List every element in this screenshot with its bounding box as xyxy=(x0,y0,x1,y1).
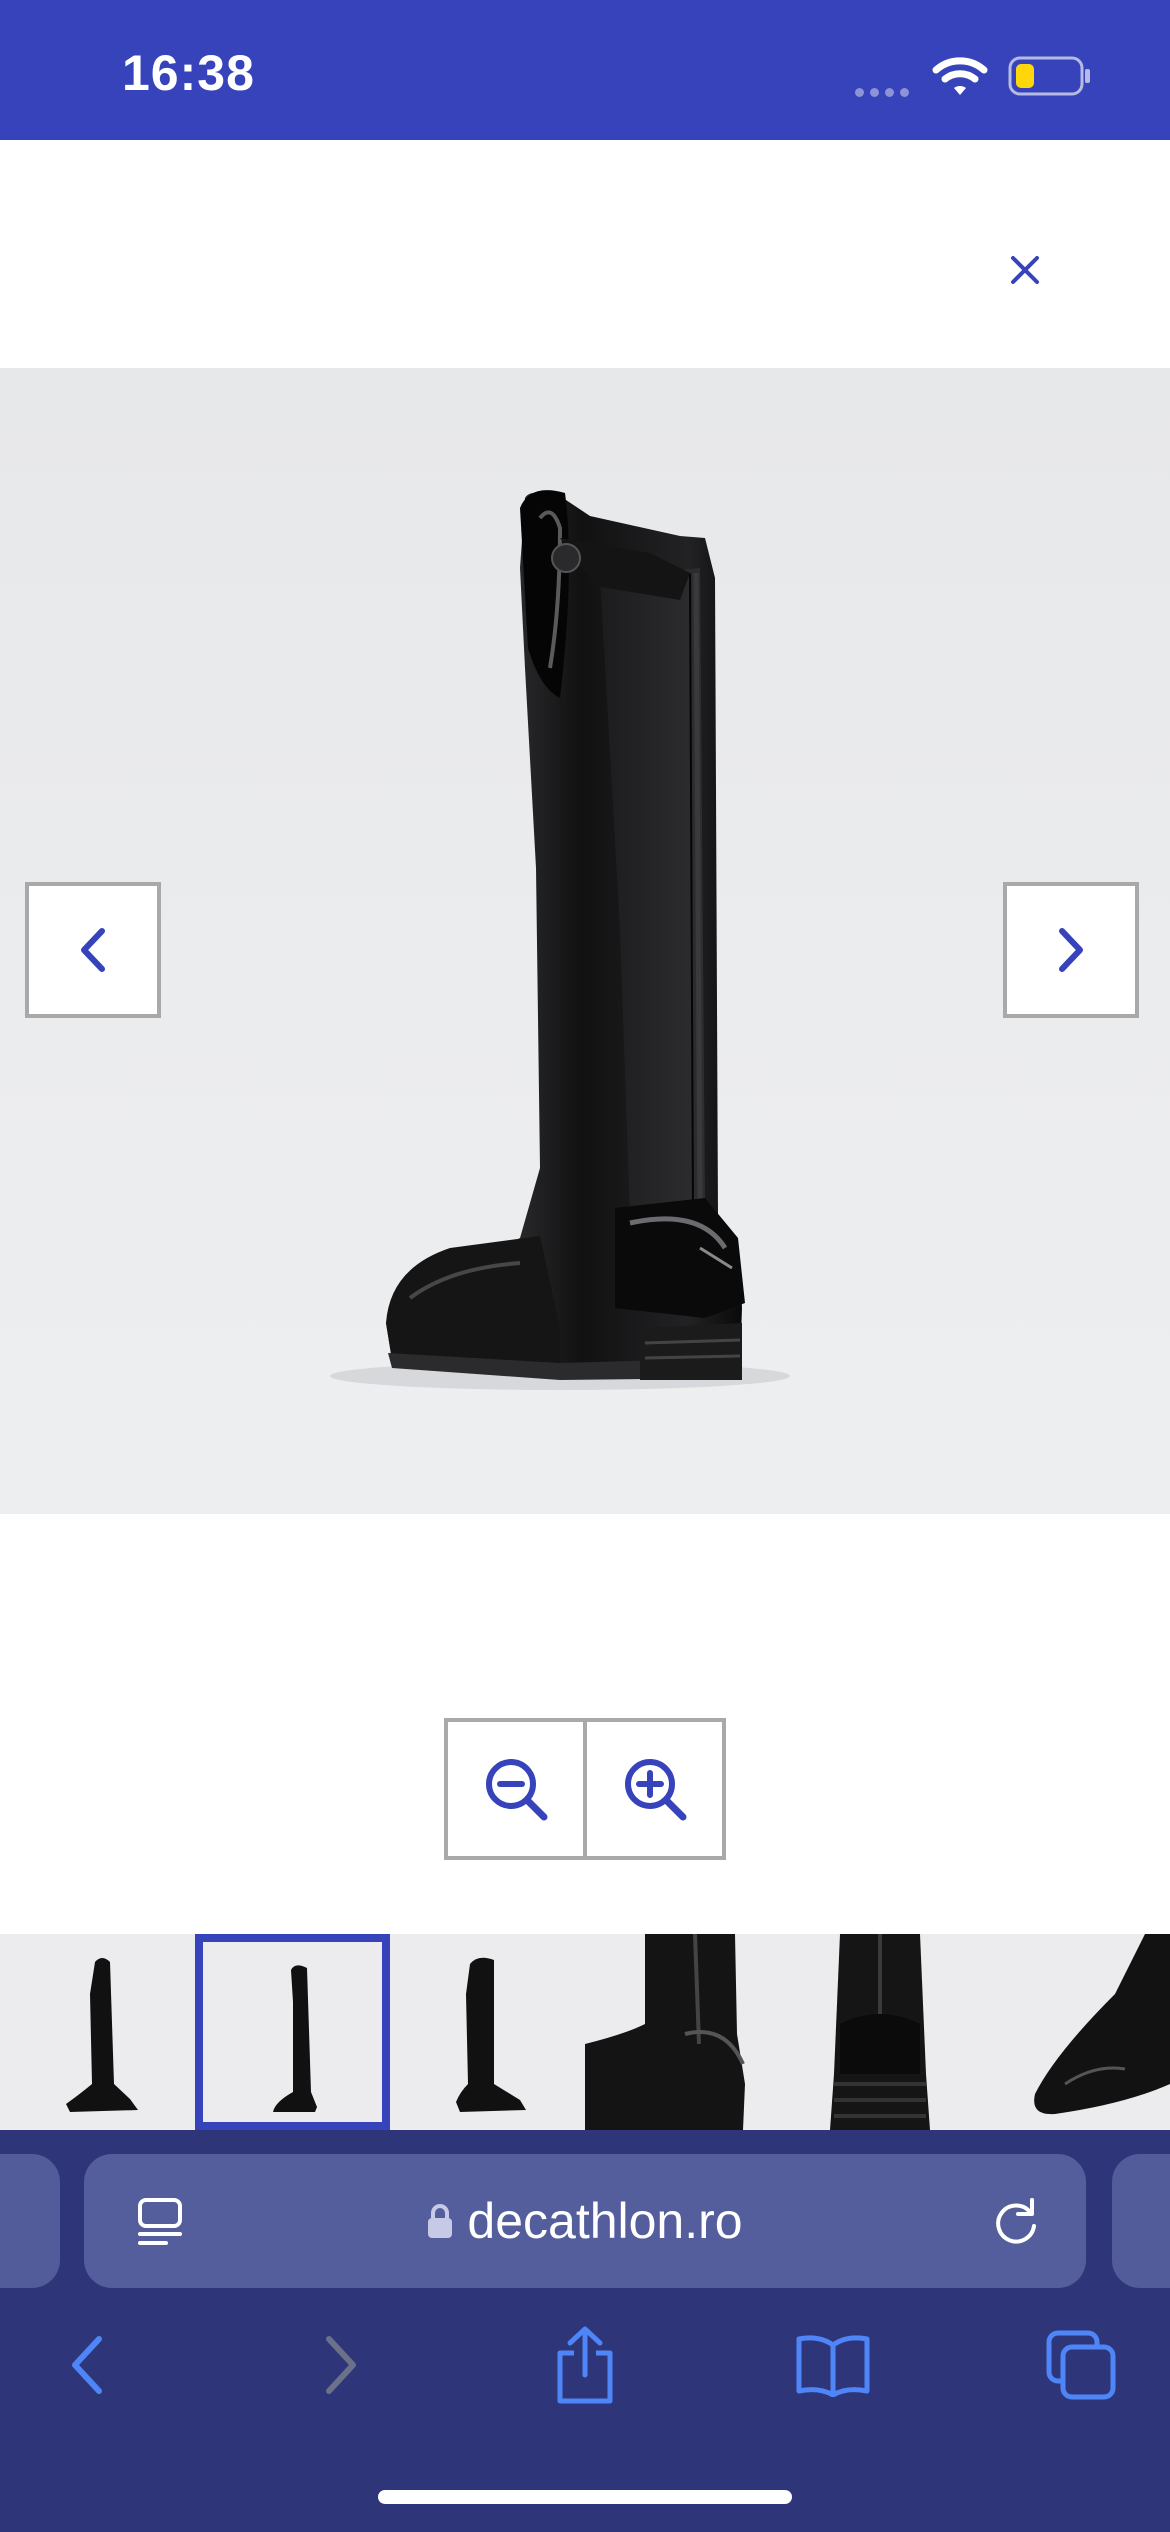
url-text: decathlon.ro xyxy=(467,2193,743,2249)
previous-image-button[interactable] xyxy=(25,882,161,1018)
thumbnail-3[interactable] xyxy=(390,1934,585,2130)
close-button[interactable] xyxy=(995,240,1055,300)
back-button[interactable] xyxy=(42,2320,132,2410)
lock-icon xyxy=(428,2204,453,2238)
thumbnail-strip xyxy=(0,1934,1170,2130)
home-indicator xyxy=(378,2490,792,2504)
thumbnail-1[interactable] xyxy=(0,1934,195,2130)
boot-thumbnail xyxy=(456,1957,526,2112)
riding-boot-image xyxy=(330,490,790,1390)
tabs-icon xyxy=(1046,2330,1116,2400)
previous-tab-peek[interactable] xyxy=(0,2154,60,2288)
next-image-button[interactable] xyxy=(1003,882,1139,1018)
zoom-controls xyxy=(444,1718,726,1860)
bookmarks-icon xyxy=(796,2335,870,2397)
tabs-button[interactable] xyxy=(1036,2320,1126,2410)
thumbnail-5[interactable] xyxy=(780,1934,975,2130)
address-bar[interactable]: decathlon.ro xyxy=(84,2154,1086,2288)
boot-back-thumbnail xyxy=(830,1934,930,2130)
forward-icon xyxy=(326,2336,356,2394)
boot-heel-thumbnail xyxy=(585,1934,745,2130)
zoom-out-icon xyxy=(485,1759,547,1821)
battery-low-icon xyxy=(1008,56,1090,96)
zoom-in-button[interactable] xyxy=(583,1722,722,1856)
forward-button[interactable] xyxy=(296,2320,386,2410)
boot-thumbnail xyxy=(66,1958,138,2112)
chevron-right-icon xyxy=(1059,928,1083,972)
wifi-icon xyxy=(932,57,988,95)
boot-toe-thumbnail xyxy=(1034,1934,1170,2115)
thumbnail-6[interactable] xyxy=(975,1934,1170,2130)
url-display[interactable]: decathlon.ro xyxy=(84,2154,1086,2288)
zoom-out-button[interactable] xyxy=(448,1722,583,1856)
chevron-left-icon xyxy=(81,928,105,972)
reload-icon[interactable] xyxy=(990,2194,1042,2248)
bookmarks-button[interactable] xyxy=(788,2320,878,2410)
close-icon xyxy=(1011,256,1039,284)
status-bar: 16:38 xyxy=(0,0,1170,140)
product-image[interactable] xyxy=(0,368,1170,1514)
boot-thumbnail xyxy=(273,1965,317,2112)
next-tab-peek[interactable] xyxy=(1112,2154,1170,2288)
back-icon xyxy=(72,2336,102,2394)
zoom-in-icon xyxy=(624,1759,686,1821)
share-button[interactable] xyxy=(540,2320,630,2410)
thumbnail-2[interactable] xyxy=(195,1934,390,2130)
status-time: 16:38 xyxy=(122,45,255,101)
share-icon xyxy=(557,2326,613,2404)
thumbnail-4[interactable] xyxy=(585,1934,780,2130)
signal-dots-icon xyxy=(855,84,915,102)
